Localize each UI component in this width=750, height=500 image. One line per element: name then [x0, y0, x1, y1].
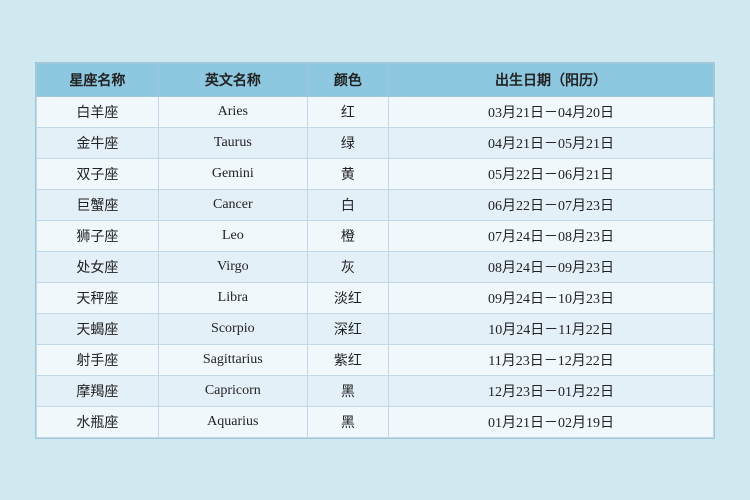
cell-date-range: 08月24日－09月23日 [389, 251, 714, 282]
cell-cn-name: 巨蟹座 [37, 189, 159, 220]
table-row: 狮子座Leo橙07月24日－08月23日 [37, 220, 714, 251]
cell-color: 黑 [307, 406, 388, 437]
cell-date-range: 12月23日－01月22日 [389, 375, 714, 406]
cell-date-range: 04月21日－05月21日 [389, 127, 714, 158]
cell-en-name: Cancer [158, 189, 307, 220]
cell-date-range: 11月23日－12月22日 [389, 344, 714, 375]
cell-date-range: 01月21日－02月19日 [389, 406, 714, 437]
cell-en-name: Virgo [158, 251, 307, 282]
cell-color: 灰 [307, 251, 388, 282]
cell-color: 绿 [307, 127, 388, 158]
cell-color: 紫红 [307, 344, 388, 375]
header-cn-name: 星座名称 [37, 63, 159, 96]
table-row: 摩羯座Capricorn黑12月23日－01月22日 [37, 375, 714, 406]
cell-cn-name: 射手座 [37, 344, 159, 375]
cell-color: 黄 [307, 158, 388, 189]
cell-cn-name: 处女座 [37, 251, 159, 282]
cell-en-name: Leo [158, 220, 307, 251]
table-header-row: 星座名称 英文名称 颜色 出生日期（阳历） [37, 63, 714, 96]
cell-date-range: 07月24日－08月23日 [389, 220, 714, 251]
cell-color: 淡红 [307, 282, 388, 313]
cell-color: 橙 [307, 220, 388, 251]
table-row: 天蝎座Scorpio深红10月24日－11月22日 [37, 313, 714, 344]
cell-date-range: 05月22日－06月21日 [389, 158, 714, 189]
cell-color: 黑 [307, 375, 388, 406]
cell-en-name: Aquarius [158, 406, 307, 437]
cell-date-range: 03月21日－04月20日 [389, 96, 714, 127]
cell-cn-name: 白羊座 [37, 96, 159, 127]
table-row: 白羊座Aries红03月21日－04月20日 [37, 96, 714, 127]
cell-en-name: Sagittarius [158, 344, 307, 375]
table-row: 巨蟹座Cancer白06月22日－07月23日 [37, 189, 714, 220]
cell-cn-name: 双子座 [37, 158, 159, 189]
cell-en-name: Capricorn [158, 375, 307, 406]
table-row: 金牛座Taurus绿04月21日－05月21日 [37, 127, 714, 158]
table-row: 天秤座Libra淡红09月24日－10月23日 [37, 282, 714, 313]
cell-cn-name: 金牛座 [37, 127, 159, 158]
cell-en-name: Aries [158, 96, 307, 127]
cell-date-range: 09月24日－10月23日 [389, 282, 714, 313]
zodiac-table-container: 星座名称 英文名称 颜色 出生日期（阳历） 白羊座Aries红03月21日－04… [35, 62, 715, 439]
zodiac-table: 星座名称 英文名称 颜色 出生日期（阳历） 白羊座Aries红03月21日－04… [36, 63, 714, 438]
cell-cn-name: 摩羯座 [37, 375, 159, 406]
cell-date-range: 06月22日－07月23日 [389, 189, 714, 220]
cell-cn-name: 天秤座 [37, 282, 159, 313]
cell-color: 红 [307, 96, 388, 127]
cell-en-name: Scorpio [158, 313, 307, 344]
cell-color: 深红 [307, 313, 388, 344]
cell-color: 白 [307, 189, 388, 220]
table-row: 双子座Gemini黄05月22日－06月21日 [37, 158, 714, 189]
table-row: 水瓶座Aquarius黑01月21日－02月19日 [37, 406, 714, 437]
table-body: 白羊座Aries红03月21日－04月20日金牛座Taurus绿04月21日－0… [37, 96, 714, 437]
cell-cn-name: 天蝎座 [37, 313, 159, 344]
header-en-name: 英文名称 [158, 63, 307, 96]
cell-en-name: Taurus [158, 127, 307, 158]
header-color: 颜色 [307, 63, 388, 96]
cell-en-name: Gemini [158, 158, 307, 189]
cell-cn-name: 狮子座 [37, 220, 159, 251]
header-date-range: 出生日期（阳历） [389, 63, 714, 96]
table-row: 处女座Virgo灰08月24日－09月23日 [37, 251, 714, 282]
cell-cn-name: 水瓶座 [37, 406, 159, 437]
cell-en-name: Libra [158, 282, 307, 313]
table-row: 射手座Sagittarius紫红11月23日－12月22日 [37, 344, 714, 375]
cell-date-range: 10月24日－11月22日 [389, 313, 714, 344]
